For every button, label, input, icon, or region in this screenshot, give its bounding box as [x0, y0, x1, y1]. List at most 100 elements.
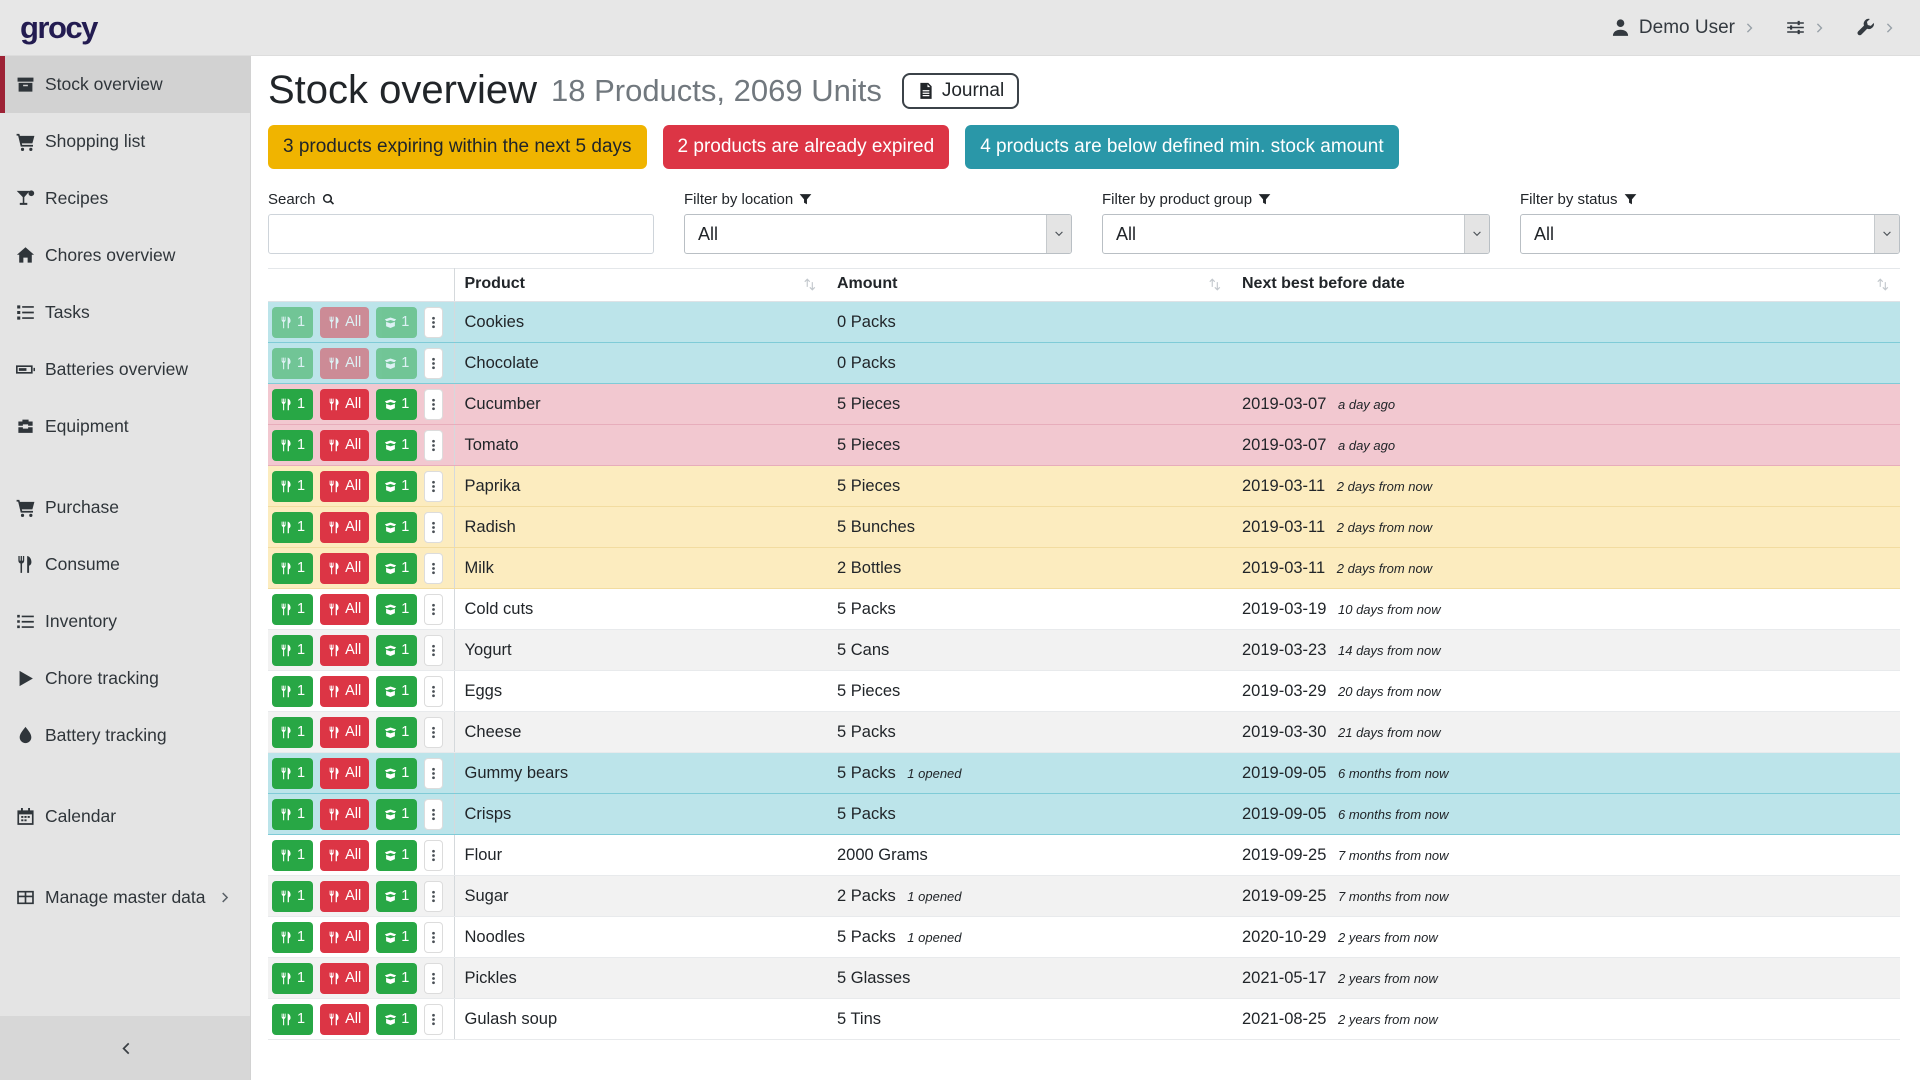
row-menu-button[interactable] [424, 676, 443, 707]
open-one-button[interactable]: 1 [376, 307, 417, 338]
consume-one-button[interactable]: 1 [272, 553, 313, 584]
consume-all-button[interactable]: All [320, 881, 369, 912]
location-filter-select[interactable]: All [684, 214, 1072, 254]
open-one-button[interactable]: 1 [376, 553, 417, 584]
consume-one-button[interactable]: 1 [272, 307, 313, 338]
row-menu-button[interactable] [424, 840, 443, 871]
open-one-button[interactable]: 1 [376, 963, 417, 994]
row-menu-button[interactable] [424, 717, 443, 748]
consume-all-button[interactable]: All [320, 307, 369, 338]
sidebar-item-calendar[interactable]: Calendar [0, 788, 250, 845]
open-one-button[interactable]: 1 [376, 922, 417, 953]
sidebar-item-tasks[interactable]: Tasks [0, 284, 250, 341]
search-input[interactable] [268, 214, 654, 254]
settings-menu[interactable] [1786, 18, 1826, 37]
consume-all-button[interactable]: All [320, 840, 369, 871]
consume-all-button[interactable]: All [320, 594, 369, 625]
open-one-button[interactable]: 1 [376, 430, 417, 461]
open-one-button[interactable]: 1 [376, 594, 417, 625]
sidebar-item-recipes[interactable]: Recipes [0, 170, 250, 227]
row-menu-button[interactable] [424, 881, 443, 912]
consume-one-button[interactable]: 1 [272, 430, 313, 461]
consume-all-button[interactable]: All [320, 922, 369, 953]
row-menu-button[interactable] [424, 553, 443, 584]
consume-all-button[interactable]: All [320, 1004, 369, 1035]
consume-all-button[interactable]: All [320, 348, 369, 379]
journal-button[interactable]: Journal [902, 73, 1019, 109]
consume-one-button[interactable]: 1 [272, 676, 313, 707]
row-menu-button[interactable] [424, 430, 443, 461]
open-one-button[interactable]: 1 [376, 471, 417, 502]
consume-all-button[interactable]: All [320, 512, 369, 543]
sidebar-item-chore-tracking[interactable]: Chore tracking [0, 650, 250, 707]
consume-one-button[interactable]: 1 [272, 840, 313, 871]
consume-one-button[interactable]: 1 [272, 594, 313, 625]
consume-one-button[interactable]: 1 [272, 881, 313, 912]
sidebar-collapse-button[interactable] [0, 1016, 250, 1080]
consume-one-button[interactable]: 1 [272, 799, 313, 830]
open-one-button[interactable]: 1 [376, 389, 417, 420]
consume-all-button[interactable]: All [320, 553, 369, 584]
consume-one-button[interactable]: 1 [272, 1004, 313, 1035]
row-menu-button[interactable] [424, 758, 443, 789]
row-menu-button[interactable] [424, 799, 443, 830]
consume-one-button[interactable]: 1 [272, 348, 313, 379]
row-menu-button[interactable] [424, 922, 443, 953]
sidebar-item-stock-overview[interactable]: Stock overview [0, 56, 250, 113]
consume-one-button[interactable]: 1 [272, 963, 313, 994]
admin-menu[interactable] [1856, 18, 1896, 37]
user-menu[interactable]: Demo User [1611, 17, 1756, 39]
open-one-button[interactable]: 1 [376, 840, 417, 871]
open-one-button[interactable]: 1 [376, 635, 417, 666]
consume-one-button[interactable]: 1 [272, 471, 313, 502]
open-one-button[interactable]: 1 [376, 758, 417, 789]
consume-all-button[interactable]: All [320, 471, 369, 502]
open-one-button[interactable]: 1 [376, 881, 417, 912]
sidebar-item-inventory[interactable]: Inventory [0, 593, 250, 650]
row-menu-button[interactable] [424, 1004, 443, 1035]
consume-one-button[interactable]: 1 [272, 635, 313, 666]
consume-one-button[interactable]: 1 [272, 922, 313, 953]
below-min-stock-badge[interactable]: 4 products are below defined min. stock … [965, 125, 1398, 169]
open-one-button[interactable]: 1 [376, 717, 417, 748]
sidebar-item-purchase[interactable]: Purchase [0, 479, 250, 536]
consume-all-button[interactable]: All [320, 963, 369, 994]
open-one-button[interactable]: 1 [376, 799, 417, 830]
product-group-filter-select[interactable]: All [1102, 214, 1490, 254]
consume-one-button[interactable]: 1 [272, 389, 313, 420]
row-menu-button[interactable] [424, 594, 443, 625]
status-filter-select[interactable]: All [1520, 214, 1900, 254]
row-menu-button[interactable] [424, 512, 443, 543]
row-menu-button[interactable] [424, 348, 443, 379]
consume-all-button[interactable]: All [320, 676, 369, 707]
expiring-badge[interactable]: 3 products expiring within the next 5 da… [268, 125, 647, 169]
col-next-best-before-date[interactable]: Next best before date [1232, 269, 1900, 302]
open-one-button[interactable]: 1 [376, 676, 417, 707]
sidebar-item-battery-tracking[interactable]: Battery tracking [0, 707, 250, 764]
col-product[interactable]: Product [454, 269, 827, 302]
row-menu-button[interactable] [424, 389, 443, 420]
consume-one-button[interactable]: 1 [272, 717, 313, 748]
consume-all-button[interactable]: All [320, 799, 369, 830]
consume-all-button[interactable]: All [320, 717, 369, 748]
consume-one-button[interactable]: 1 [272, 758, 313, 789]
sidebar-item-equipment[interactable]: Equipment [0, 398, 250, 455]
consume-one-button[interactable]: 1 [272, 512, 313, 543]
row-menu-button[interactable] [424, 635, 443, 666]
consume-all-button[interactable]: All [320, 635, 369, 666]
sidebar-item-shopping-list[interactable]: Shopping list [0, 113, 250, 170]
consume-all-button[interactable]: All [320, 758, 369, 789]
consume-all-button[interactable]: All [320, 430, 369, 461]
col-amount[interactable]: Amount [827, 269, 1232, 302]
open-one-button[interactable]: 1 [376, 348, 417, 379]
row-menu-button[interactable] [424, 963, 443, 994]
open-one-button[interactable]: 1 [376, 512, 417, 543]
expired-badge[interactable]: 2 products are already expired [663, 125, 950, 169]
app-logo[interactable]: grocy [20, 10, 97, 46]
sidebar-item-manage-master-data[interactable]: Manage master data [0, 869, 250, 926]
sidebar-item-consume[interactable]: Consume [0, 536, 250, 593]
row-menu-button[interactable] [424, 471, 443, 502]
consume-all-button[interactable]: All [320, 389, 369, 420]
open-one-button[interactable]: 1 [376, 1004, 417, 1035]
row-menu-button[interactable] [424, 307, 443, 338]
